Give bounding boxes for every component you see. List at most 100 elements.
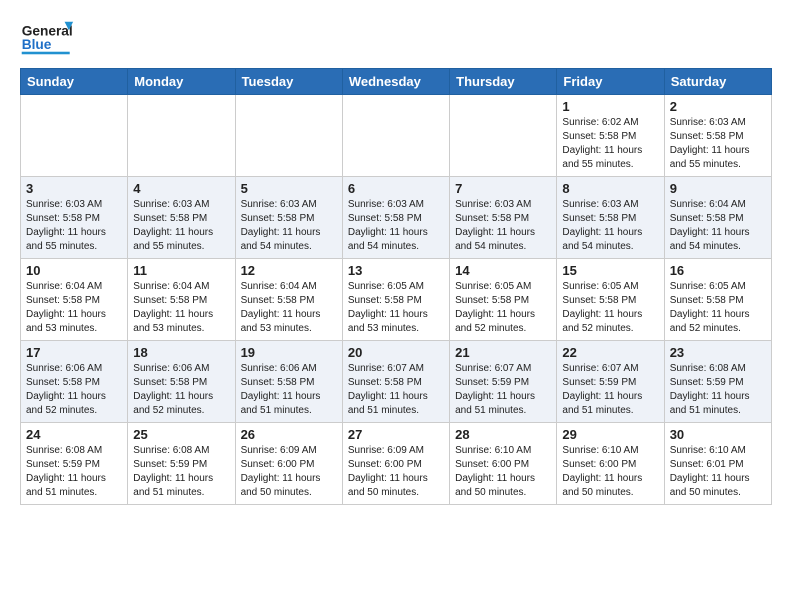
- calendar-cell: 24 Sunrise: 6:08 AM Sunset: 5:59 PM Dayli…: [21, 423, 128, 505]
- day-of-week-tuesday: Tuesday: [235, 69, 342, 95]
- day-number: 3: [26, 181, 122, 196]
- day-number: 10: [26, 263, 122, 278]
- calendar-cell: 16Sunrise: 6:05 AM Sunset: 5:58 PM Dayli…: [664, 259, 771, 341]
- calendar-cell: 4Sunrise: 6:03 AM Sunset: 5:58 PM Daylig…: [128, 177, 235, 259]
- header: General Blue: [20, 16, 772, 60]
- day-number: 30: [670, 427, 766, 442]
- calendar: SundayMondayTuesdayWednesdayThursdayFrid…: [20, 68, 772, 505]
- calendar-header-row: SundayMondayTuesdayWednesdayThursdayFrid…: [21, 69, 772, 95]
- day-info: Sunrise: 6:10 AM Sunset: 6:00 PM Dayligh…: [455, 444, 551, 500]
- day-number: 6: [348, 181, 444, 196]
- day-info: Sunrise: 6:07 AM Sunset: 5:58 PM Dayligh…: [348, 362, 444, 418]
- day-number: 19: [241, 345, 337, 360]
- calendar-cell: 25 Sunrise: 6:08 AM Sunset: 5:59 PM Dayli…: [128, 423, 235, 505]
- calendar-week-row: 3 Sunrise: 6:03 AM Sunset: 5:58 PM Daylig…: [21, 177, 772, 259]
- calendar-cell: 15 Sunrise: 6:05 AM Sunset: 5:58 PM Dayli…: [557, 259, 664, 341]
- day-info: Sunrise: 6:03 AM Sunset: 5:58 PM Dayligh…: [26, 198, 122, 254]
- day-info: Sunrise: 6:10 AM Sunset: 6:00 PM Dayligh…: [562, 444, 658, 500]
- day-info: Sunrise: 6:08 AM Sunset: 5:59 PM Dayligh…: [670, 362, 766, 418]
- calendar-cell: 29 Sunrise: 6:10 AM Sunset: 6:00 PM Dayli…: [557, 423, 664, 505]
- calendar-cell: 28 Sunrise: 6:10 AM Sunset: 6:00 PM Dayli…: [450, 423, 557, 505]
- day-number: 20: [348, 345, 444, 360]
- calendar-cell: 5 Sunrise: 6:03 AM Sunset: 5:58 PM Daylig…: [235, 177, 342, 259]
- day-number: 25: [133, 427, 229, 442]
- day-info: Sunrise: 6:04 AM Sunset: 5:58 PM Dayligh…: [133, 280, 229, 336]
- calendar-week-row: 1 Sunrise: 6:02 AM Sunset: 5:58 PM Daylig…: [21, 95, 772, 177]
- calendar-cell: 11 Sunrise: 6:04 AM Sunset: 5:58 PM Dayli…: [128, 259, 235, 341]
- calendar-cell: [128, 95, 235, 177]
- calendar-cell: 18Sunrise: 6:06 AM Sunset: 5:58 PM Dayli…: [128, 341, 235, 423]
- calendar-week-row: 10 Sunrise: 6:04 AM Sunset: 5:58 PM Dayli…: [21, 259, 772, 341]
- day-info: Sunrise: 6:09 AM Sunset: 6:00 PM Dayligh…: [241, 444, 337, 500]
- day-info: Sunrise: 6:06 AM Sunset: 5:58 PM Dayligh…: [133, 362, 229, 418]
- calendar-cell: 22 Sunrise: 6:07 AM Sunset: 5:59 PM Dayli…: [557, 341, 664, 423]
- day-number: 16: [670, 263, 766, 278]
- day-number: 23: [670, 345, 766, 360]
- day-number: 26: [241, 427, 337, 442]
- day-info: Sunrise: 6:07 AM Sunset: 5:59 PM Dayligh…: [562, 362, 658, 418]
- day-info: Sunrise: 6:06 AM Sunset: 5:58 PM Dayligh…: [241, 362, 337, 418]
- day-of-week-monday: Monday: [128, 69, 235, 95]
- day-number: 9: [670, 181, 766, 196]
- day-info: Sunrise: 6:03 AM Sunset: 5:58 PM Dayligh…: [455, 198, 551, 254]
- day-number: 14: [455, 263, 551, 278]
- svg-text:General: General: [22, 23, 73, 38]
- logo: General Blue: [20, 16, 80, 60]
- calendar-cell: 8 Sunrise: 6:03 AM Sunset: 5:58 PM Daylig…: [557, 177, 664, 259]
- day-of-week-thursday: Thursday: [450, 69, 557, 95]
- day-info: Sunrise: 6:05 AM Sunset: 5:58 PM Dayligh…: [562, 280, 658, 336]
- calendar-cell: 19 Sunrise: 6:06 AM Sunset: 5:58 PM Dayli…: [235, 341, 342, 423]
- day-info: Sunrise: 6:08 AM Sunset: 5:59 PM Dayligh…: [133, 444, 229, 500]
- calendar-cell: 2 Sunrise: 6:03 AM Sunset: 5:58 PM Daylig…: [664, 95, 771, 177]
- calendar-cell: 14 Sunrise: 6:05 AM Sunset: 5:58 PM Dayli…: [450, 259, 557, 341]
- calendar-cell: 13Sunrise: 6:05 AM Sunset: 5:58 PM Dayli…: [342, 259, 449, 341]
- calendar-cell: 9Sunrise: 6:04 AM Sunset: 5:58 PM Daylig…: [664, 177, 771, 259]
- calendar-cell: 27 Sunrise: 6:09 AM Sunset: 6:00 PM Dayli…: [342, 423, 449, 505]
- day-info: Sunrise: 6:10 AM Sunset: 6:01 PM Dayligh…: [670, 444, 766, 500]
- day-info: Sunrise: 6:05 AM Sunset: 5:58 PM Dayligh…: [455, 280, 551, 336]
- calendar-cell: [235, 95, 342, 177]
- day-number: 12: [241, 263, 337, 278]
- calendar-cell: 26 Sunrise: 6:09 AM Sunset: 6:00 PM Dayli…: [235, 423, 342, 505]
- calendar-cell: 20 Sunrise: 6:07 AM Sunset: 5:58 PM Dayli…: [342, 341, 449, 423]
- calendar-cell: 12Sunrise: 6:04 AM Sunset: 5:58 PM Dayli…: [235, 259, 342, 341]
- calendar-week-row: 24 Sunrise: 6:08 AM Sunset: 5:59 PM Dayli…: [21, 423, 772, 505]
- day-info: Sunrise: 6:08 AM Sunset: 5:59 PM Dayligh…: [26, 444, 122, 500]
- day-info: Sunrise: 6:03 AM Sunset: 5:58 PM Dayligh…: [670, 116, 766, 172]
- calendar-cell: 6Sunrise: 6:03 AM Sunset: 5:58 PM Daylig…: [342, 177, 449, 259]
- day-number: 5: [241, 181, 337, 196]
- calendar-week-row: 17 Sunrise: 6:06 AM Sunset: 5:58 PM Dayli…: [21, 341, 772, 423]
- day-info: Sunrise: 6:04 AM Sunset: 5:58 PM Dayligh…: [26, 280, 122, 336]
- day-number: 24: [26, 427, 122, 442]
- day-number: 2: [670, 99, 766, 114]
- day-of-week-saturday: Saturday: [664, 69, 771, 95]
- day-number: 15: [562, 263, 658, 278]
- day-info: Sunrise: 6:06 AM Sunset: 5:58 PM Dayligh…: [26, 362, 122, 418]
- day-number: 29: [562, 427, 658, 442]
- calendar-cell: [21, 95, 128, 177]
- day-of-week-sunday: Sunday: [21, 69, 128, 95]
- day-number: 11: [133, 263, 229, 278]
- day-number: 28: [455, 427, 551, 442]
- day-info: Sunrise: 6:03 AM Sunset: 5:58 PM Dayligh…: [562, 198, 658, 254]
- calendar-cell: 7 Sunrise: 6:03 AM Sunset: 5:58 PM Daylig…: [450, 177, 557, 259]
- day-info: Sunrise: 6:03 AM Sunset: 5:58 PM Dayligh…: [241, 198, 337, 254]
- calendar-cell: 21Sunrise: 6:07 AM Sunset: 5:59 PM Dayli…: [450, 341, 557, 423]
- day-info: Sunrise: 6:02 AM Sunset: 5:58 PM Dayligh…: [562, 116, 658, 172]
- day-number: 17: [26, 345, 122, 360]
- day-number: 27: [348, 427, 444, 442]
- calendar-cell: [450, 95, 557, 177]
- day-info: Sunrise: 6:09 AM Sunset: 6:00 PM Dayligh…: [348, 444, 444, 500]
- calendar-cell: 30 Sunrise: 6:10 AM Sunset: 6:01 PM Dayli…: [664, 423, 771, 505]
- calendar-cell: 3 Sunrise: 6:03 AM Sunset: 5:58 PM Daylig…: [21, 177, 128, 259]
- calendar-cell: 23 Sunrise: 6:08 AM Sunset: 5:59 PM Dayli…: [664, 341, 771, 423]
- day-number: 8: [562, 181, 658, 196]
- day-number: 22: [562, 345, 658, 360]
- day-number: 7: [455, 181, 551, 196]
- day-of-week-friday: Friday: [557, 69, 664, 95]
- page: General Blue SundayMondayTuesdayWednesda…: [0, 0, 792, 612]
- day-number: 1: [562, 99, 658, 114]
- logo-image: General Blue: [20, 16, 80, 60]
- day-number: 13: [348, 263, 444, 278]
- calendar-cell: 1 Sunrise: 6:02 AM Sunset: 5:58 PM Daylig…: [557, 95, 664, 177]
